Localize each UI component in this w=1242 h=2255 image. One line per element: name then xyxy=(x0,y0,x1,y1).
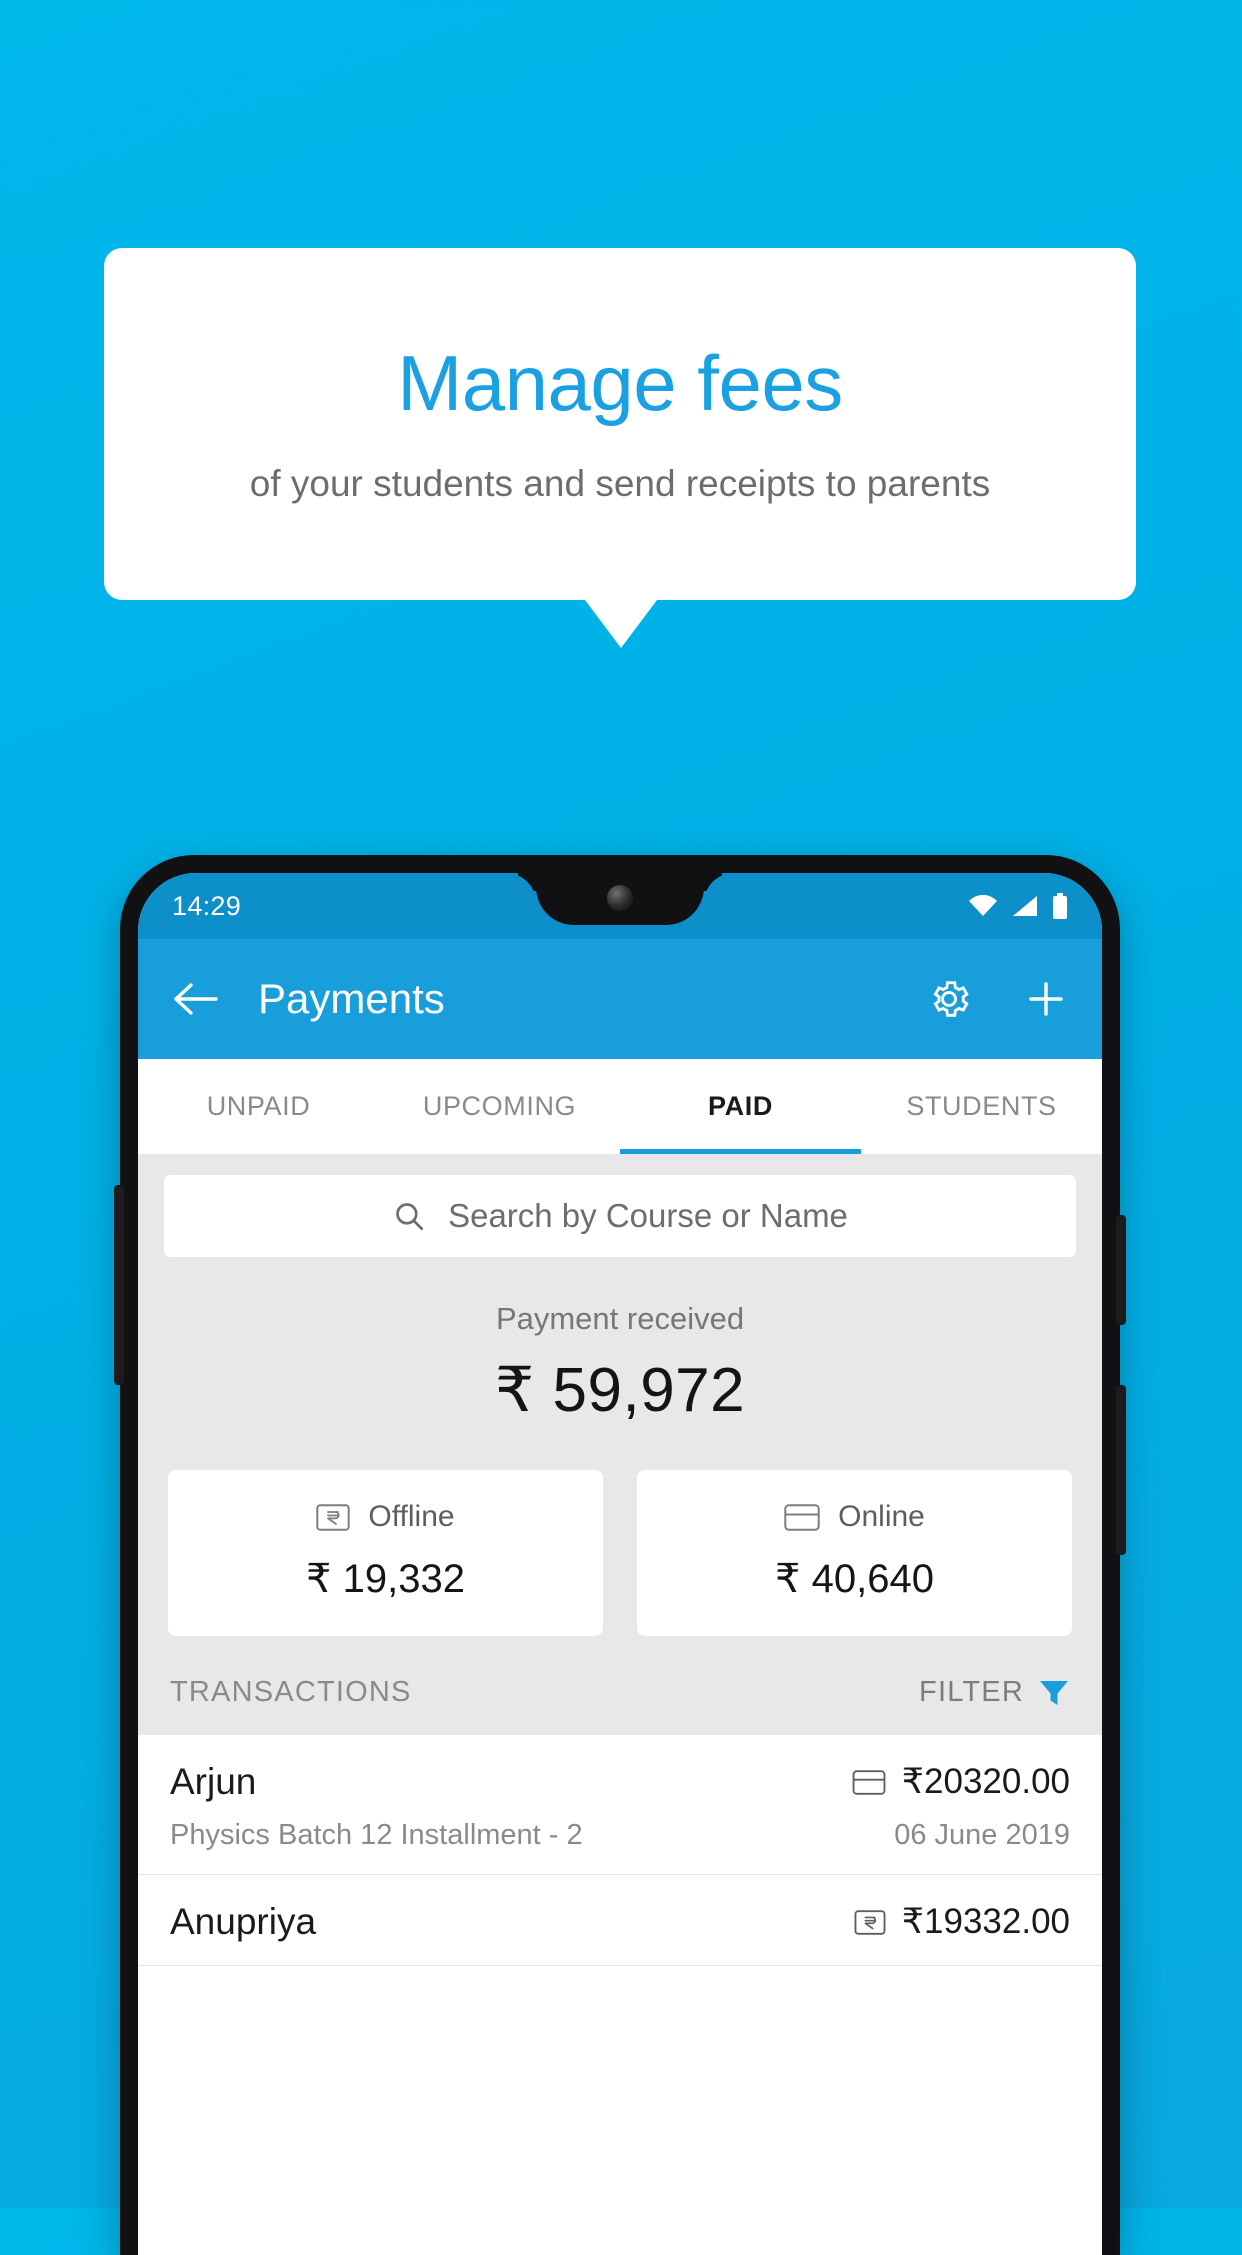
status-icons xyxy=(968,893,1068,919)
transaction-description: Physics Batch 12 Installment - 2 xyxy=(170,1819,583,1851)
tab-unpaid[interactable]: UNPAID xyxy=(138,1059,379,1154)
transaction-date: 06 June 2019 xyxy=(894,1819,1070,1851)
status-time: 14:29 xyxy=(172,890,242,921)
paid-tab-content: Search by Course or Name Payment receive… xyxy=(138,1155,1102,1966)
transactions-title: TRANSACTIONS xyxy=(170,1676,412,1708)
filter-button[interactable]: FILTER xyxy=(919,1676,1070,1709)
phone-power-button xyxy=(1116,1215,1126,1325)
plus-icon[interactable] xyxy=(1024,977,1068,1021)
search-icon xyxy=(392,1199,426,1233)
transaction-amount: ₹20320.00 xyxy=(901,1762,1070,1801)
offline-label: Offline xyxy=(368,1500,455,1533)
transaction-list: Arjun ₹20320.00 Physics Batch 12 Install… xyxy=(138,1735,1102,1966)
phone-notch xyxy=(536,873,704,925)
phone-volume-button xyxy=(1116,1385,1126,1555)
phone-side-button-left xyxy=(114,1185,124,1385)
phone-mockup: 14:29 Payments UNPAID UPCOMING PAID STUD… xyxy=(114,855,1126,2255)
table-row[interactable]: Anupriya ₹19332.00 xyxy=(138,1875,1102,1966)
promo-bubble-tail xyxy=(585,600,657,648)
payment-summary: Payment received ₹ 59,972 xyxy=(138,1283,1102,1434)
transaction-name: Anupriya xyxy=(170,1901,317,1942)
arrow-left-icon[interactable] xyxy=(172,981,218,1017)
credit-card-icon xyxy=(784,1503,820,1531)
online-card[interactable]: Online ₹ 40,640 xyxy=(637,1470,1072,1636)
signal-icon xyxy=(1011,894,1039,918)
credit-card-icon xyxy=(852,1769,886,1795)
cash-note-icon xyxy=(854,1909,886,1935)
tab-upcoming[interactable]: UPCOMING xyxy=(379,1059,620,1154)
online-amount: ₹ 40,640 xyxy=(775,1557,934,1601)
app-bar: Payments xyxy=(138,939,1102,1059)
phone-screen: 14:29 Payments UNPAID UPCOMING PAID STUD… xyxy=(138,873,1102,2255)
page-title: Payments xyxy=(258,975,445,1022)
transaction-name: Arjun xyxy=(170,1761,257,1802)
wifi-icon xyxy=(968,894,998,918)
battery-icon xyxy=(1052,893,1068,919)
online-label: Online xyxy=(838,1500,925,1533)
promo-subtitle: of your students and send receipts to pa… xyxy=(249,462,991,504)
transactions-header: TRANSACTIONS FILTER xyxy=(138,1636,1102,1735)
front-camera xyxy=(607,885,633,911)
search-placeholder: Search by Course or Name xyxy=(448,1197,848,1234)
tab-students[interactable]: STUDENTS xyxy=(861,1059,1102,1154)
table-row[interactable]: Arjun ₹20320.00 Physics Batch 12 Install… xyxy=(138,1735,1102,1875)
funnel-icon xyxy=(1038,1678,1070,1708)
tab-bar: UNPAID UPCOMING PAID STUDENTS xyxy=(138,1059,1102,1155)
promo-title: Manage fees xyxy=(397,339,843,428)
promo-bubble: Manage fees of your students and send re… xyxy=(104,248,1136,600)
filter-label: FILTER xyxy=(919,1676,1024,1708)
summary-amount: ₹ 59,972 xyxy=(494,1356,746,1425)
summary-label: Payment received xyxy=(495,1301,745,1336)
offline-card[interactable]: Offline ₹ 19,332 xyxy=(168,1470,603,1636)
tab-paid[interactable]: PAID xyxy=(620,1059,861,1154)
transaction-amount: ₹19332.00 xyxy=(901,1902,1070,1941)
status-bar: 14:29 xyxy=(138,873,1102,939)
gear-icon[interactable] xyxy=(926,976,972,1022)
cash-note-icon xyxy=(316,1503,351,1531)
payment-breakdown: Offline ₹ 19,332 Online ₹ 40,640 xyxy=(138,1434,1102,1636)
offline-amount: ₹ 19,332 xyxy=(306,1557,465,1601)
search-input[interactable]: Search by Course or Name xyxy=(164,1175,1076,1257)
